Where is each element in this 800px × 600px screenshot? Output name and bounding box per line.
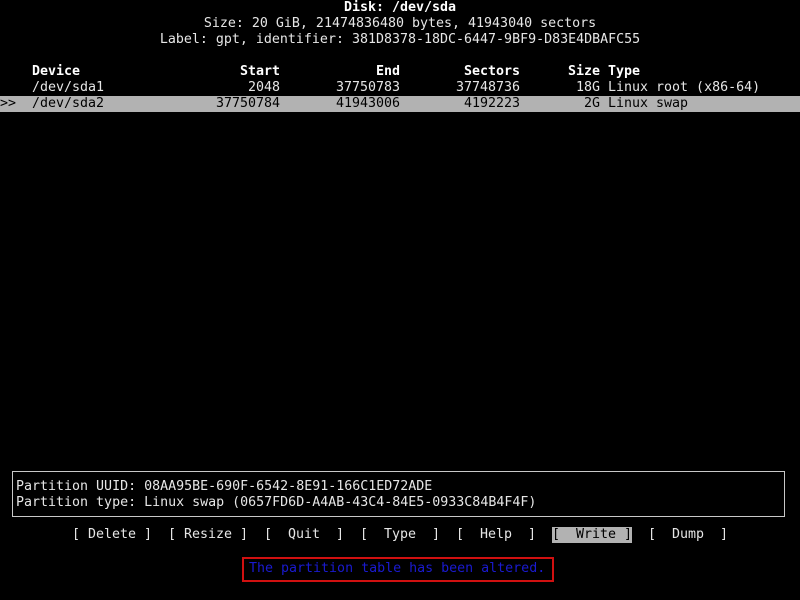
- action-menu: [ Delete ] [ Resize ] [ Quit ] [ Type ] …: [0, 527, 800, 543]
- partition-row-sda1[interactable]: /dev/sda1 2048 37750783 37748736 18G Lin…: [0, 80, 800, 96]
- column-device: Device: [32, 64, 81, 79]
- partition-table-header: Device Start End Sectors Size Type: [0, 64, 800, 80]
- column-end: End: [375, 64, 400, 79]
- delete-button[interactable]: [ Delete ]: [72, 527, 152, 543]
- column-sectors: Sectors: [463, 64, 520, 79]
- column-start: Start: [239, 64, 280, 79]
- row-pointer: >>: [0, 96, 17, 111]
- row-type: Linux swap: [608, 96, 689, 111]
- help-button[interactable]: [ Help ]: [456, 527, 536, 543]
- column-size: Size: [567, 64, 600, 79]
- status-box: The partition table has been altered.: [242, 557, 554, 582]
- column-type: Type: [608, 64, 641, 79]
- row-end: 41943006: [335, 96, 400, 111]
- disk-title: Disk: /dev/sda: [343, 0, 457, 15]
- status-message: The partition table has been altered.: [249, 561, 546, 576]
- disk-size-line: Size: 20 GiB, 21474836480 bytes, 4194304…: [203, 16, 597, 31]
- disk-label-line: Label: gpt, identifier: 381D8378-18DC-64…: [159, 32, 641, 47]
- partition-type-info: Partition type: Linux swap (0657FD6D-A4A…: [16, 495, 537, 510]
- row-size: 18G: [575, 80, 600, 95]
- row-device: /dev/sda1: [32, 80, 105, 95]
- partition-info-box: Partition UUID: 08AA95BE-690F-6542-8E91-…: [12, 471, 785, 517]
- partition-uuid: Partition UUID: 08AA95BE-690F-6542-8E91-…: [16, 479, 433, 494]
- resize-button[interactable]: [ Resize ]: [168, 527, 248, 543]
- row-start: 2048: [247, 80, 280, 95]
- dump-button[interactable]: [ Dump ]: [648, 527, 728, 543]
- partition-row-sda2[interactable]: >> /dev/sda2 37750784 41943006 4192223 2…: [0, 96, 800, 112]
- row-type: Linux root (x86-64): [608, 80, 761, 95]
- type-button[interactable]: [ Type ]: [360, 527, 440, 543]
- row-sectors: 4192223: [463, 96, 520, 111]
- row-device: /dev/sda2: [32, 96, 105, 111]
- write-button[interactable]: [ Write ]: [552, 527, 633, 543]
- row-start: 37750784: [215, 96, 280, 111]
- quit-button[interactable]: [ Quit ]: [264, 527, 344, 543]
- row-sectors: 37748736: [455, 80, 520, 95]
- row-end: 37750783: [335, 80, 400, 95]
- row-size: 2G: [583, 96, 600, 111]
